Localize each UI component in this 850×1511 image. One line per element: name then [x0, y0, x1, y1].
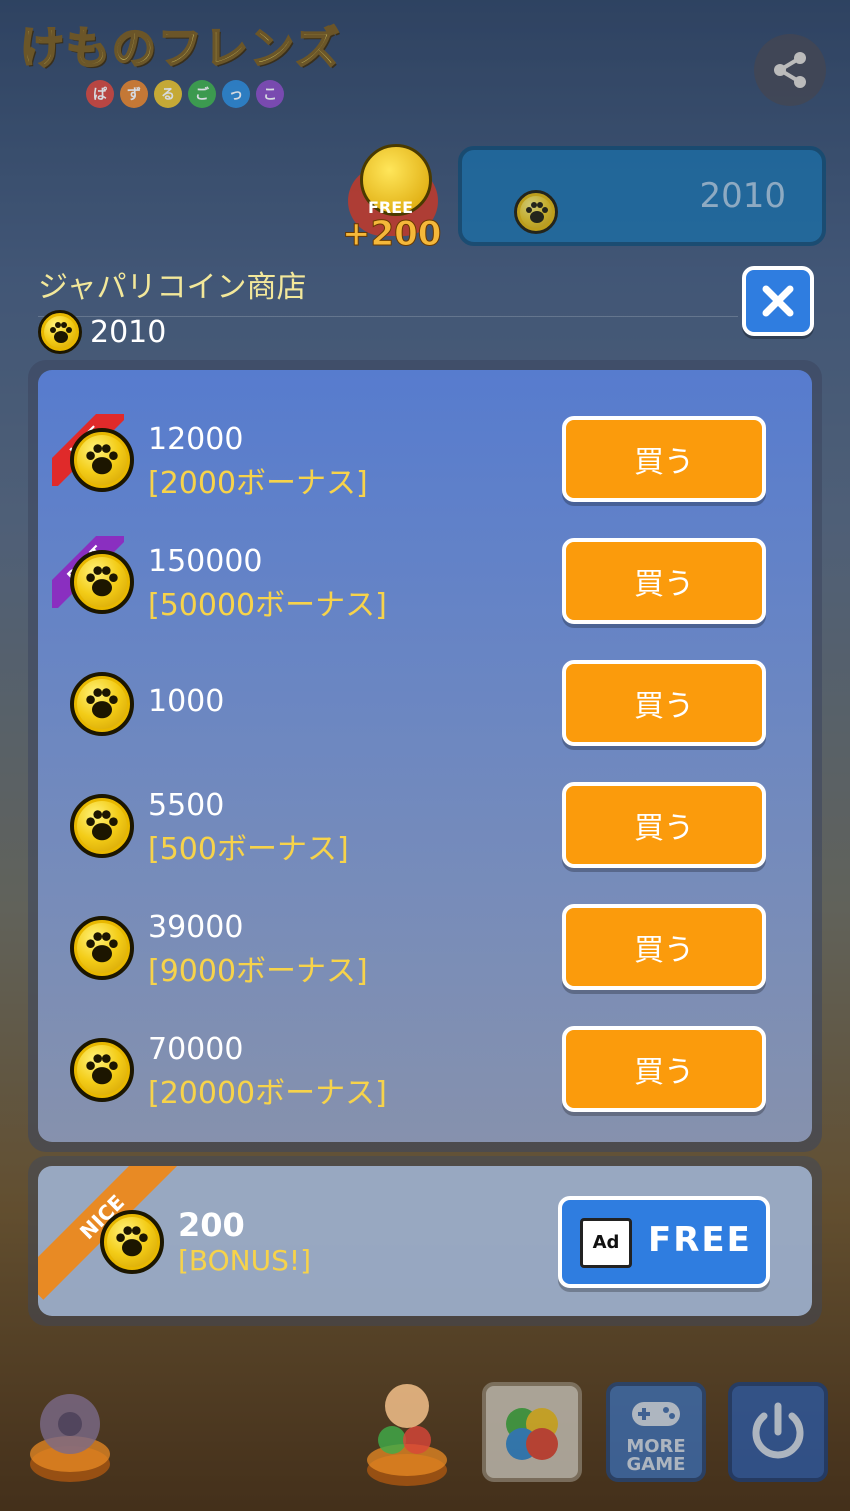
buy-button[interactable]: 買う [562, 660, 766, 746]
bonus-label: [BONUS!] [178, 1244, 312, 1277]
coin-icon [100, 1210, 164, 1274]
more-game-button[interactable]: MORE GAME [606, 1382, 706, 1482]
more-game-label-line2: GAME [626, 1454, 686, 1475]
power-icon [752, 1402, 804, 1459]
item-bonus: [50000ボーナス] [148, 588, 387, 623]
item-bonus: [20000ボーナス] [148, 1076, 387, 1111]
character-icon [367, 1384, 447, 1486]
game-logo: けものフレンズ ぱ ず る ご っ こ [19, 12, 380, 112]
coin-balance-value: 2010 [699, 176, 786, 216]
coin-icon [70, 550, 134, 614]
bottom-bar: MORE GAME [0, 1370, 850, 1500]
item-bonus: [500ボーナス] [148, 832, 349, 867]
store-item-list: HOT 12000 [2000ボーナス] 買う BEST 150000 [500… [38, 370, 812, 1142]
store-panel: HOT 12000 [2000ボーナス] 買う BEST 150000 [500… [28, 360, 822, 1152]
store-item: HOT 12000 [2000ボーナス] 買う [38, 394, 812, 504]
watch-ad-free-button[interactable]: Ad FREE [558, 1196, 770, 1288]
item-amount: 1000 [148, 684, 225, 719]
ad-video-icon: Ad [580, 1218, 632, 1268]
coin-icon [70, 672, 134, 736]
coin-icon [70, 1038, 134, 1102]
settings-button[interactable] [28, 1380, 112, 1484]
free-coin-badge[interactable]: FREE +200 [340, 140, 442, 255]
close-icon [762, 285, 794, 317]
item-amount: 12000 [148, 422, 244, 457]
store-item: 1000 買う [38, 638, 812, 748]
item-amount: 39000 [148, 910, 244, 945]
buy-button[interactable]: 買う [562, 904, 766, 990]
item-bonus: [2000ボーナス] [148, 466, 368, 501]
coin-icon [70, 916, 134, 980]
gear-icon [30, 1394, 110, 1482]
buy-button[interactable]: 買う [562, 538, 766, 624]
logo-char: ず [120, 80, 148, 108]
logo-char: る [154, 80, 182, 108]
power-button[interactable] [728, 1382, 828, 1482]
store-item: 70000 [20000ボーナス] 買う [38, 1004, 812, 1114]
store-balance: 2010 [38, 310, 166, 354]
logo-char: っ [222, 80, 250, 108]
buy-button[interactable]: 買う [562, 416, 766, 502]
coin-icon [70, 794, 134, 858]
store-item: BEST 150000 [50000ボーナス] 買う [38, 516, 812, 626]
store-title: ジャパリコイン商店 [38, 270, 307, 305]
store-balance-value: 2010 [90, 314, 167, 350]
share-button[interactable] [754, 34, 826, 106]
bonus-offer-panel: NICE 200 [BONUS!] Ad FREE [28, 1156, 822, 1326]
logo-char: ご [188, 80, 216, 108]
store-item: 39000 [9000ボーナス] 買う [38, 882, 812, 992]
item-bonus: [9000ボーナス] [148, 954, 368, 989]
coin-icon [38, 310, 82, 354]
buy-button[interactable]: 買う [562, 782, 766, 868]
palette-icon [506, 1408, 558, 1460]
share-icon [774, 52, 806, 88]
item-amount: 150000 [148, 544, 263, 579]
item-amount: 5500 [148, 788, 225, 823]
logo-title: けものフレンズ [19, 22, 342, 75]
free-button-label: FREE [648, 1220, 752, 1260]
store-item: 5500 [500ボーナス] 買う [38, 760, 812, 870]
coin-balance-bar: 2010 [458, 146, 826, 246]
logo-char: こ [256, 80, 284, 108]
logo-char: ぱ [86, 80, 114, 108]
coin-icon [70, 428, 134, 492]
close-button[interactable] [742, 266, 814, 336]
bonus-offer: NICE 200 [BONUS!] Ad FREE [38, 1166, 812, 1316]
logo-subtitle: ぱ ず る ご っ こ [86, 80, 284, 108]
coin-icon [514, 190, 558, 234]
item-amount: 70000 [148, 1032, 244, 1067]
bonus-amount: 200 [178, 1206, 245, 1244]
color-palette-button[interactable] [482, 1382, 582, 1482]
buy-button[interactable]: 買う [562, 1026, 766, 1112]
free-badge-amount: +200 [341, 214, 442, 255]
character-button[interactable] [362, 1378, 452, 1488]
gamepad-icon [632, 1402, 680, 1426]
